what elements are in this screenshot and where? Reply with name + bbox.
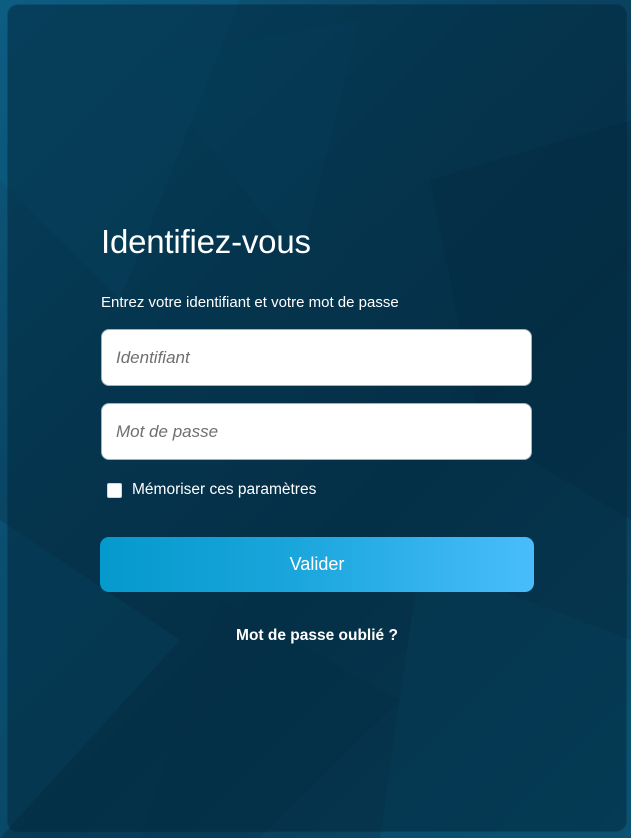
page-title: Identifiez-vous — [101, 223, 311, 260]
password-input[interactable] — [101, 403, 532, 460]
username-input[interactable] — [101, 329, 532, 386]
remember-me-checkbox[interactable] — [107, 482, 122, 498]
login-form: Identifiez-vous Entrez votre identifiant… — [8, 5, 626, 831]
submit-button[interactable]: Valider — [100, 537, 534, 592]
forgot-password-link[interactable]: Mot de passe oublié ? — [8, 627, 626, 645]
remember-me-label: Mémoriser ces paramètres — [132, 481, 317, 498]
remember-me-option[interactable]: Mémoriser ces paramètres — [107, 481, 316, 499]
login-card: Identifiez-vous Entrez votre identifiant… — [8, 5, 626, 831]
login-instructions: Entrez votre identifiant et votre mot de… — [101, 294, 399, 311]
